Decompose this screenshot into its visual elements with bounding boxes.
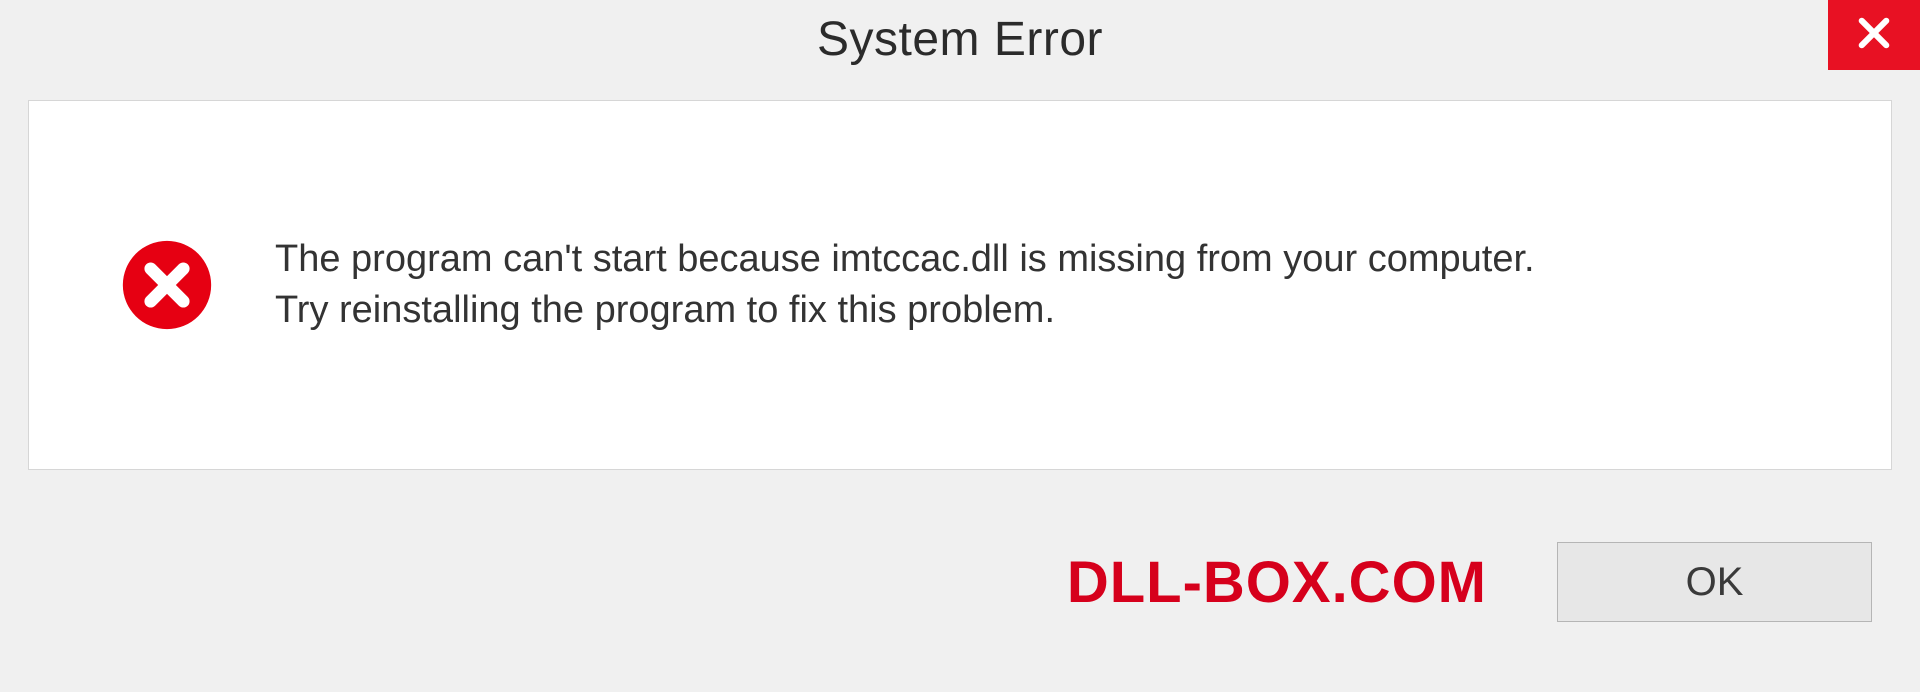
footer: DLL-BOX.COM OK [0, 512, 1920, 692]
ok-button[interactable]: OK [1557, 542, 1872, 622]
titlebar: System Error [0, 0, 1920, 100]
content-panel: The program can't start because imtccac.… [28, 100, 1892, 470]
close-icon [1853, 12, 1895, 59]
dialog-title: System Error [817, 12, 1103, 67]
close-button[interactable] [1828, 0, 1920, 70]
error-message: The program can't start because imtccac.… [275, 234, 1535, 337]
error-circle-x-icon [119, 237, 215, 333]
watermark-text: DLL-BOX.COM [1067, 549, 1487, 616]
